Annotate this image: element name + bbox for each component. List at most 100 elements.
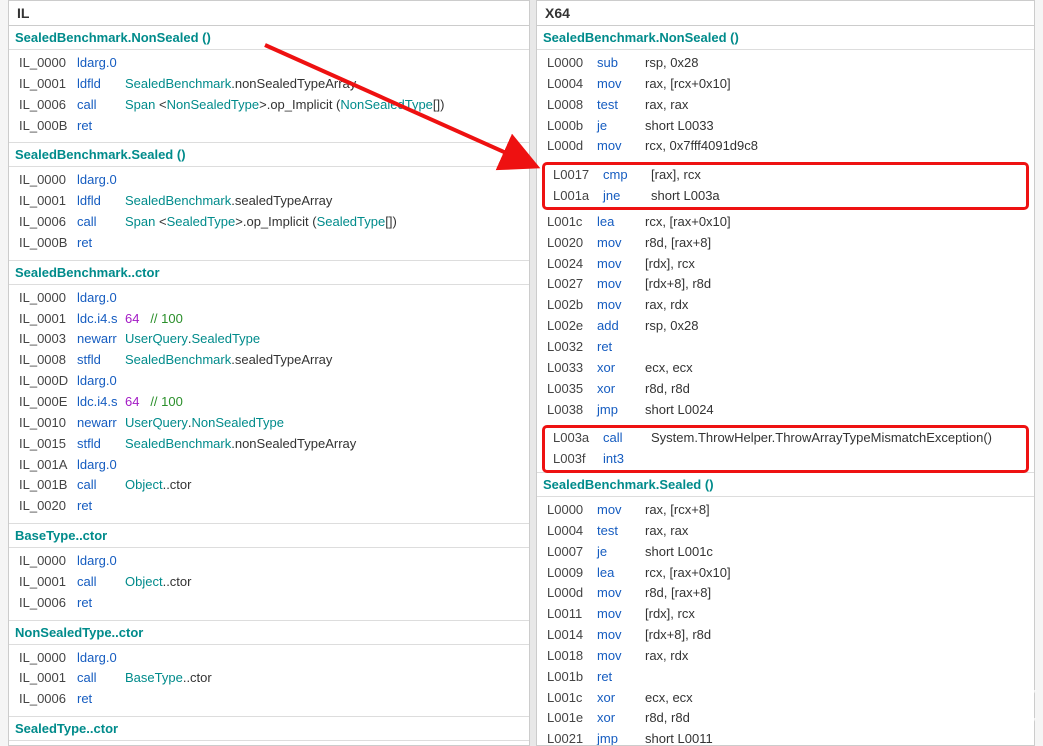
opcode: ldc.i4.s bbox=[77, 310, 125, 329]
code-line[interactable]: L0008testrax, rax bbox=[537, 95, 1034, 116]
code-line[interactable]: IL_0001ldfldSealedBenchmark.sealedTypeAr… bbox=[9, 191, 529, 212]
code-line[interactable]: L0014mov[rdx+8], r8d bbox=[537, 625, 1034, 646]
code-line[interactable]: IL_0000ldarg.0 bbox=[9, 288, 529, 309]
code-line[interactable]: L002eaddrsp, 0x28 bbox=[537, 316, 1034, 337]
code-line[interactable]: IL_001Aldarg.0 bbox=[9, 455, 529, 476]
code-line[interactable]: L0018movrax, rdx bbox=[537, 646, 1034, 667]
code-line[interactable]: L0000subrsp, 0x28 bbox=[537, 53, 1034, 74]
code-line[interactable]: L0038jmpshort L0024 bbox=[537, 400, 1034, 421]
code-line[interactable]: L0009learcx, [rax+0x10] bbox=[537, 563, 1034, 584]
code-line[interactable]: L0017cmp[rax], rcx bbox=[543, 165, 1028, 186]
code-line[interactable]: L0024mov[rdx], rcx bbox=[537, 254, 1034, 275]
section-header[interactable]: SealedBenchmark..ctor bbox=[9, 260, 529, 285]
opcode: ldc.i4.s bbox=[77, 393, 125, 412]
code-line[interactable]: IL_0000ldarg.0 bbox=[9, 53, 529, 74]
line-addr: L001c bbox=[547, 689, 597, 708]
code-line[interactable]: IL_0006ret bbox=[9, 593, 529, 614]
arg-span: NonSealedType bbox=[340, 96, 433, 115]
code-line[interactable]: IL_0001callBaseType..ctor bbox=[9, 668, 529, 689]
line-addr: IL_0008 bbox=[19, 351, 77, 370]
code-line[interactable]: L0021jmpshort L0011 bbox=[537, 729, 1034, 745]
code-line[interactable]: IL_001BcallObject..ctor bbox=[9, 475, 529, 496]
code-block: IL_0000ldarg.0IL_0001ldfldSealedBenchmar… bbox=[9, 167, 529, 259]
code-line[interactable]: L0020movr8d, [rax+8] bbox=[537, 233, 1034, 254]
line-addr: L001c bbox=[547, 213, 597, 232]
code-line[interactable]: L000dmovrcx, 0x7fff4091d9c8 bbox=[537, 136, 1034, 157]
opcode: ldarg.0 bbox=[77, 54, 125, 73]
code-line[interactable]: IL_0000ldarg.0 bbox=[9, 648, 529, 669]
code-line[interactable]: IL_000Eldc.i4.s64 // 100 bbox=[9, 392, 529, 413]
code-line[interactable]: IL_000Bret bbox=[9, 233, 529, 254]
section-header[interactable]: SealedBenchmark.Sealed () bbox=[537, 472, 1034, 497]
code-line[interactable]: L001bret bbox=[537, 667, 1034, 688]
opcode: call bbox=[77, 573, 125, 592]
code-line[interactable]: L003fint3 bbox=[543, 449, 1028, 470]
code-line[interactable]: L001clearcx, [rax+0x10] bbox=[537, 212, 1034, 233]
code-line[interactable]: L0007jeshort L001c bbox=[537, 542, 1034, 563]
code-line[interactable]: IL_0008stfldSealedBenchmark.sealedTypeAr… bbox=[9, 350, 529, 371]
il-scroll-area[interactable]: SealedBenchmark.NonSealed () IL_0000ldarg… bbox=[9, 26, 529, 745]
code-line[interactable]: L0032ret bbox=[537, 337, 1034, 358]
code-line[interactable]: L0011mov[rdx], rcx bbox=[537, 604, 1034, 625]
opcode: add bbox=[597, 317, 645, 336]
opcode: mov bbox=[597, 296, 645, 315]
code-line[interactable]: IL_0003newarrUserQuery.SealedType bbox=[9, 329, 529, 350]
arg-span: SealedType bbox=[191, 330, 260, 349]
code-line[interactable]: L003acallSystem.ThrowHelper.ThrowArrayTy… bbox=[543, 428, 1028, 449]
code-line[interactable]: L001exorr8d, r8d bbox=[537, 708, 1034, 729]
code-line[interactable]: L0035xorr8d, r8d bbox=[537, 379, 1034, 400]
arg-span: SealedBenchmark bbox=[125, 435, 231, 454]
code-line[interactable]: IL_0006callSpan <NonSealedType>.op_Impli… bbox=[9, 95, 529, 116]
code-line[interactable]: L000bjeshort L0033 bbox=[537, 116, 1034, 137]
arg-span: []) bbox=[433, 96, 445, 115]
code-line[interactable]: IL_000Dldarg.0 bbox=[9, 371, 529, 392]
code-line[interactable]: IL_0001ldfldSealedBenchmark.nonSealedTyp… bbox=[9, 74, 529, 95]
code-line[interactable]: IL_0010newarrUserQuery.NonSealedType bbox=[9, 413, 529, 434]
code-line[interactable]: IL_0001ldc.i4.s64 // 100 bbox=[9, 309, 529, 330]
line-addr: L0027 bbox=[547, 275, 597, 294]
code-line[interactable]: L0004testrax, rax bbox=[537, 521, 1034, 542]
code-line[interactable]: IL_0000ldarg.0 bbox=[9, 551, 529, 572]
opcode: stfld bbox=[77, 435, 125, 454]
code-line[interactable]: IL_0015stfldSealedBenchmark.nonSealedTyp… bbox=[9, 434, 529, 455]
x64-pane-header: X64 bbox=[537, 1, 1034, 26]
arg-span: NonSealedType bbox=[167, 96, 260, 115]
code-line[interactable]: L001ajneshort L003a bbox=[543, 186, 1028, 207]
code-block: IL_0000ldarg.0IL_0001callBaseType..ctorI… bbox=[9, 645, 529, 717]
code-block: L001clearcx, [rax+0x10]L0020movr8d, [rax… bbox=[537, 209, 1034, 426]
arg-span: []) bbox=[385, 213, 397, 232]
line-addr: L0018 bbox=[547, 647, 597, 666]
code-line[interactable]: IL_0006callSpan <SealedType>.op_Implicit… bbox=[9, 212, 529, 233]
code-line[interactable]: L0027mov[rdx+8], r8d bbox=[537, 274, 1034, 295]
section-header[interactable]: SealedType..ctor bbox=[9, 716, 529, 741]
arg-span: short L001c bbox=[645, 543, 713, 562]
code-line[interactable]: L000dmovr8d, [rax+8] bbox=[537, 583, 1034, 604]
code-line[interactable]: L001cxorecx, ecx bbox=[537, 688, 1034, 709]
section-header[interactable]: BaseType..ctor bbox=[9, 523, 529, 548]
code-line[interactable]: L0033xorecx, ecx bbox=[537, 358, 1034, 379]
section-header[interactable]: SealedBenchmark.NonSealed () bbox=[537, 26, 1034, 50]
code-line[interactable]: IL_0001callObject..ctor bbox=[9, 572, 529, 593]
line-addr: L000d bbox=[547, 137, 597, 156]
code-line[interactable]: IL_0006ret bbox=[9, 689, 529, 710]
opcode: ret bbox=[77, 117, 125, 136]
section-header[interactable]: SealedBenchmark.Sealed () bbox=[9, 142, 529, 167]
code-line[interactable]: L0004movrax, [rcx+0x10] bbox=[537, 74, 1034, 95]
opcode: call bbox=[77, 213, 125, 232]
code-line[interactable]: IL_0000ldarg.0 bbox=[9, 170, 529, 191]
x64-scroll-area[interactable]: SealedBenchmark.NonSealed () L0000subrsp,… bbox=[537, 26, 1034, 745]
arg-span: // 100 bbox=[150, 393, 183, 412]
line-addr: IL_0001 bbox=[19, 310, 77, 329]
section-header[interactable]: NonSealedType..ctor bbox=[9, 620, 529, 645]
code-line[interactable]: IL_000Bret bbox=[9, 116, 529, 137]
code-line[interactable]: L002bmovrax, rdx bbox=[537, 295, 1034, 316]
opcode: mov bbox=[597, 647, 645, 666]
arg-span: [rdx], rcx bbox=[645, 605, 695, 624]
code-line[interactable]: L0000movrax, [rcx+8] bbox=[537, 500, 1034, 521]
arg-span: [rdx+8], r8d bbox=[645, 275, 711, 294]
arg-span: r8d, r8d bbox=[645, 709, 690, 728]
code-line[interactable]: IL_0020ret bbox=[9, 496, 529, 517]
section-header[interactable]: SealedBenchmark.NonSealed () bbox=[9, 26, 529, 50]
arg-span: < bbox=[155, 213, 166, 232]
opcode: ret bbox=[597, 668, 645, 687]
